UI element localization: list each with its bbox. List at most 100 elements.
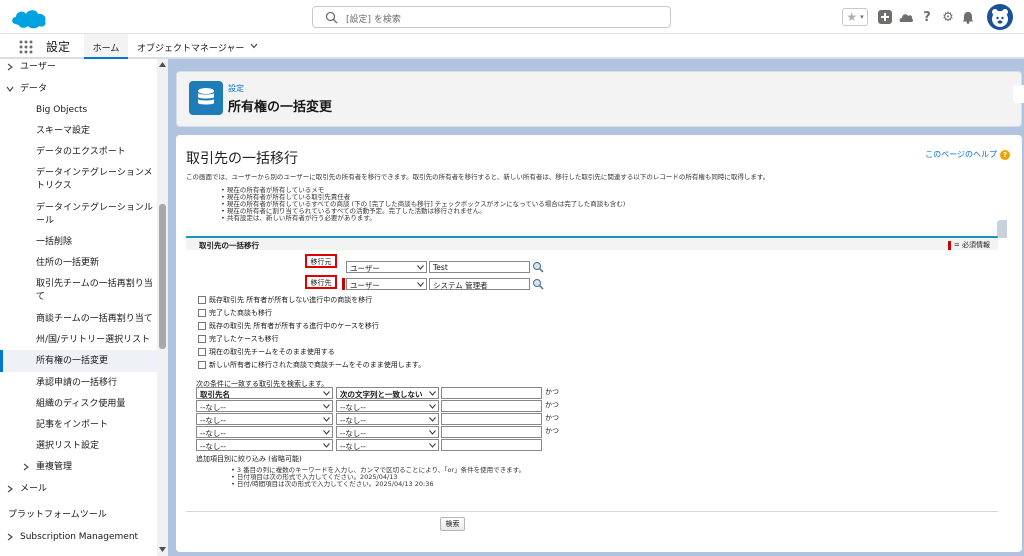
filter-operator-select[interactable]: --なし--	[336, 413, 439, 425]
sidebar-item-mass-address-update[interactable]: 住所の一括更新	[36, 257, 168, 269]
section-title: 取引先の一括移行	[186, 151, 298, 167]
sidebar-item-data-integration-metrics-cont[interactable]: トリクス	[36, 180, 168, 192]
global-search[interactable]: [設定] を検索	[312, 6, 671, 28]
sidebar-item-big-objects[interactable]: Big Objects	[36, 104, 168, 116]
sidebar-item-users[interactable]: ユーザー	[20, 61, 168, 73]
filter-value-input[interactable]	[441, 413, 542, 425]
filter-operator-select[interactable]: 次の文字列と一致しない	[336, 387, 439, 399]
sidebar-item-schema-settings[interactable]: スキーマ設定	[36, 125, 168, 137]
app-launcher-icon[interactable]	[19, 40, 33, 54]
salesforce-logo[interactable]	[10, 6, 48, 30]
sidebar-item-state-country-picklists[interactable]: 州/国/テリトリー選択リスト	[36, 334, 168, 346]
scroll-up-icon[interactable]	[159, 62, 166, 67]
filter-field-select[interactable]: --なし--	[196, 413, 333, 425]
sidebar-item-data-export[interactable]: データのエクスポート	[36, 146, 168, 158]
checkbox-label: 新しい所有者に移行された商談で商談チームをそのまま使用します。	[209, 361, 426, 369]
sidebar-item-duplicate-management[interactable]: 重複管理	[36, 461, 168, 473]
checkbox[interactable]	[198, 361, 206, 369]
sidebar-item-picklist-settings[interactable]: 選択リスト設定	[36, 440, 168, 452]
help-icon[interactable]: ?	[919, 8, 935, 26]
checkbox-open-opps-not-owned[interactable]: 既存取引先 所有者が所有しない進行中の商談を移行	[198, 295, 372, 305]
chevron-down-icon[interactable]	[6, 85, 14, 93]
filter-operator-select[interactable]: --なし--	[336, 426, 439, 438]
lookup-icon[interactable]	[532, 278, 544, 290]
checkbox-label: 既存取引先 所有者が所有しない進行中の商談を移行	[209, 296, 373, 304]
filter-value-input[interactable]	[441, 387, 542, 399]
filter-field-value: --なし--	[200, 403, 226, 412]
help-link[interactable]: このページのヘルプ ?	[925, 149, 1010, 160]
filter-value-input[interactable]	[441, 400, 542, 412]
sidebar-item-mass-delete[interactable]: 一括削除	[36, 236, 168, 248]
checkbox[interactable]	[198, 309, 206, 317]
transfer-to-type-value: ユーザー	[350, 281, 380, 290]
trailhead-icon[interactable]	[898, 8, 914, 26]
transfer-from-user-input[interactable]: Test	[429, 261, 530, 273]
filter-operator-select[interactable]: --なし--	[336, 439, 439, 451]
chevron-down-icon	[429, 391, 436, 396]
sidebar-item-import-articles[interactable]: 記事をインポート	[36, 419, 168, 431]
additional-filter-link[interactable]: 追加項目別に絞り込み (省略可能)	[196, 454, 302, 464]
checkbox-open-cases[interactable]: 既存の取引先 所有者が所有する進行中のケースを移行	[198, 321, 379, 331]
scrollbar-thumb[interactable]	[159, 204, 166, 349]
add-icon[interactable]	[877, 8, 893, 26]
checkbox[interactable]	[198, 335, 206, 343]
help-icon[interactable]: ?	[1000, 149, 1010, 160]
filter-field-select[interactable]: 取引先名	[196, 387, 333, 399]
sidebar-item-mass-transfer-approvals[interactable]: 承認申請の一括移行	[36, 377, 168, 389]
checkbox-closed-opps[interactable]: 完了した商談も移行	[198, 308, 272, 318]
gear-icon[interactable]: ⚙	[940, 8, 956, 26]
collapse-panel-tab[interactable]	[997, 220, 1007, 238]
tab-home[interactable]: ホーム	[84, 34, 128, 59]
tab-object-manager[interactable]: オブジェクトマネージャー	[137, 34, 244, 59]
chevron-right-icon[interactable]	[6, 63, 14, 71]
bell-icon[interactable]	[960, 8, 976, 26]
chevron-right-icon[interactable]	[6, 533, 14, 541]
user-avatar[interactable]	[987, 4, 1013, 30]
transfer-from-type-select[interactable]: ユーザー	[346, 261, 427, 273]
sidebar-item-opportunity-team-reassign[interactable]: 商談チームの一括再割り当て	[36, 313, 168, 325]
sidebar-item-account-team-reassign-cont[interactable]: て	[36, 291, 168, 303]
filter-operator-select[interactable]: --なし--	[336, 400, 439, 412]
chevron-down-icon[interactable]	[250, 43, 258, 49]
favorites-star-icon[interactable]: ★ ▾	[842, 8, 868, 26]
lookup-icon[interactable]	[532, 261, 544, 273]
help-link-label[interactable]: このページのヘルプ	[925, 149, 997, 160]
checkbox-label: 完了したケースも移行	[209, 335, 279, 343]
filter-field-select[interactable]: --なし--	[196, 400, 333, 412]
filter-value-input[interactable]	[441, 426, 542, 438]
checkbox-keep-account-team[interactable]: 現在の取引先チームをそのまま使用する	[198, 347, 335, 357]
sidebar-item-data-integration-metrics[interactable]: データインテグレーションメ	[36, 167, 168, 179]
sidebar-item-subscription-management[interactable]: Subscription Management	[20, 531, 168, 543]
app-name: 設定	[46, 40, 71, 54]
chevron-down-icon	[417, 265, 424, 270]
sidebar-item-account-team-reassign[interactable]: 取引先チームの一括再割り当	[36, 278, 168, 290]
chevron-right-icon[interactable]	[22, 463, 30, 471]
checkbox-closed-cases[interactable]: 完了したケースも移行	[198, 334, 279, 344]
chevron-right-icon[interactable]	[6, 485, 14, 493]
sidebar-item-data-integration-rules[interactable]: データインテグレーションル	[36, 202, 168, 214]
filter-field-value: 取引先名	[200, 390, 230, 399]
filter-field-select[interactable]: --なし--	[196, 439, 333, 451]
search-button[interactable]: 検索	[440, 517, 465, 531]
sidebar-item-label: 所有権の一括変更	[36, 356, 109, 366]
filter-field-select[interactable]: --なし--	[196, 426, 333, 438]
side-panel-tab[interactable]	[1013, 85, 1024, 103]
checkbox[interactable]	[198, 322, 206, 330]
sidebar-item-data-integration-rules-cont[interactable]: ール	[36, 215, 168, 227]
checkbox-label: 現在の取引先チームをそのまま使用する	[209, 348, 335, 356]
checkbox[interactable]	[198, 348, 206, 356]
search-placeholder: [設定] を検索	[346, 15, 401, 25]
sidebar-item-mass-transfer-records[interactable]: 所有権の一括変更	[0, 350, 157, 372]
scroll-down-icon[interactable]	[159, 547, 166, 552]
sidebar-item-storage-usage[interactable]: 組織のディスク使用量	[36, 398, 168, 410]
transfer-to-user-input[interactable]: システム 管理者	[429, 278, 530, 290]
breadcrumb[interactable]: 設定	[228, 83, 244, 94]
sidebar-item-email[interactable]: メール	[20, 483, 168, 495]
filter-value-input[interactable]	[441, 439, 542, 451]
sidebar-scrollbar[interactable]	[157, 59, 168, 556]
checkbox-keep-opp-team[interactable]: 新しい所有者に移行された商談で商談チームをそのまま使用します。	[198, 360, 425, 370]
transfer-from-type-value: ユーザー	[350, 264, 380, 273]
checkbox[interactable]	[198, 296, 206, 304]
sidebar-item-data[interactable]: データ	[20, 83, 168, 95]
transfer-to-type-select[interactable]: ユーザー	[346, 278, 427, 290]
